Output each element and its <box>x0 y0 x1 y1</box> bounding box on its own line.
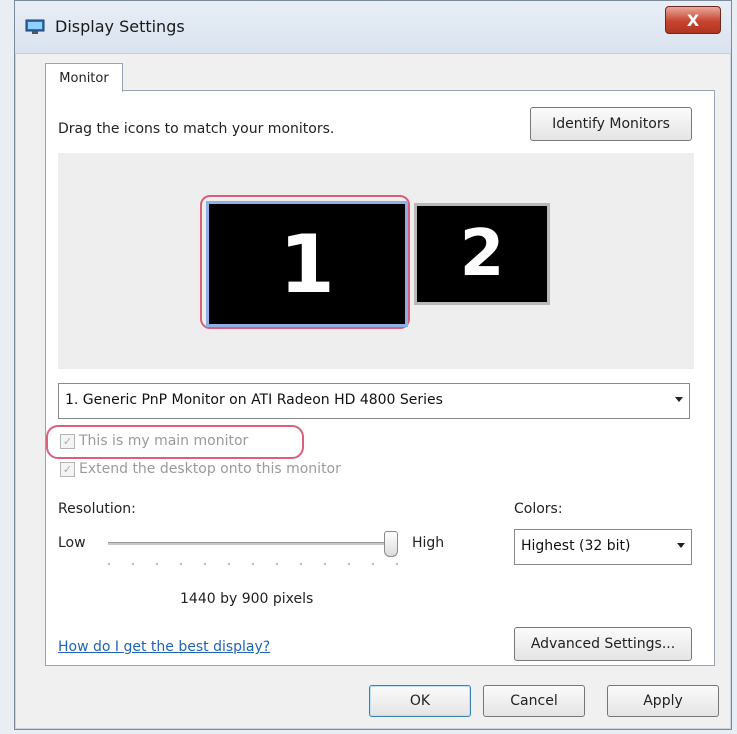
help-link[interactable]: How do I get the best display? <box>58 639 270 655</box>
apply-button[interactable]: Apply <box>607 685 719 717</box>
monitor-2-icon[interactable]: 2 <box>414 203 550 305</box>
monitor-1-icon[interactable]: 1 <box>206 201 408 327</box>
chevron-down-icon <box>675 397 683 402</box>
ok-button[interactable]: OK <box>369 685 471 717</box>
display-settings-icon <box>25 19 45 34</box>
identify-monitors-button[interactable]: Identify Monitors <box>530 107 692 141</box>
instructions-text: Drag the icons to match your monitors. <box>58 121 335 137</box>
extend-desktop-checkbox-row: ✓ Extend the desktop onto this monitor <box>60 461 341 477</box>
cancel-button[interactable]: Cancel <box>483 685 585 717</box>
chevron-down-icon <box>677 543 685 548</box>
monitor-arrangement-area: 1 2 <box>58 153 694 369</box>
main-monitor-label: This is my main monitor <box>79 433 249 449</box>
resolution-high-label: High <box>412 535 445 551</box>
close-button[interactable]: X <box>665 6 721 34</box>
resolution-value: 1440 by 900 pixels <box>180 591 314 607</box>
resolution-slider-thumb[interactable] <box>384 531 398 557</box>
monitor-select[interactable]: 1. Generic PnP Monitor on ATI Radeon HD … <box>58 383 690 419</box>
colors-label: Colors: <box>514 501 563 517</box>
advanced-settings-button[interactable]: Advanced Settings... <box>514 627 692 661</box>
resolution-low-label: Low <box>58 535 86 551</box>
colors-select[interactable]: Highest (32 bit) <box>514 529 692 565</box>
window-title: Display Settings <box>55 17 185 36</box>
monitor-select-value: 1. Generic PnP Monitor on ATI Radeon HD … <box>65 392 443 408</box>
resolution-label: Resolution: <box>58 501 136 517</box>
resolution-slider-track[interactable] <box>108 542 398 545</box>
extend-desktop-label: Extend the desktop onto this monitor <box>79 461 341 477</box>
main-monitor-checkbox-row: ✓ This is my main monitor <box>60 433 248 449</box>
resolution-slider-ticks <box>108 563 398 567</box>
tab-monitor[interactable]: Monitor <box>45 63 123 92</box>
title-bar: Display Settings X <box>15 1 731 54</box>
monitor-panel: Drag the icons to match your monitors. I… <box>45 90 715 666</box>
main-monitor-checkbox: ✓ <box>60 433 75 449</box>
display-settings-window: Display Settings X Monitor Drag the icon… <box>14 0 732 730</box>
extend-desktop-checkbox: ✓ <box>60 461 75 477</box>
colors-select-value: Highest (32 bit) <box>521 538 631 554</box>
